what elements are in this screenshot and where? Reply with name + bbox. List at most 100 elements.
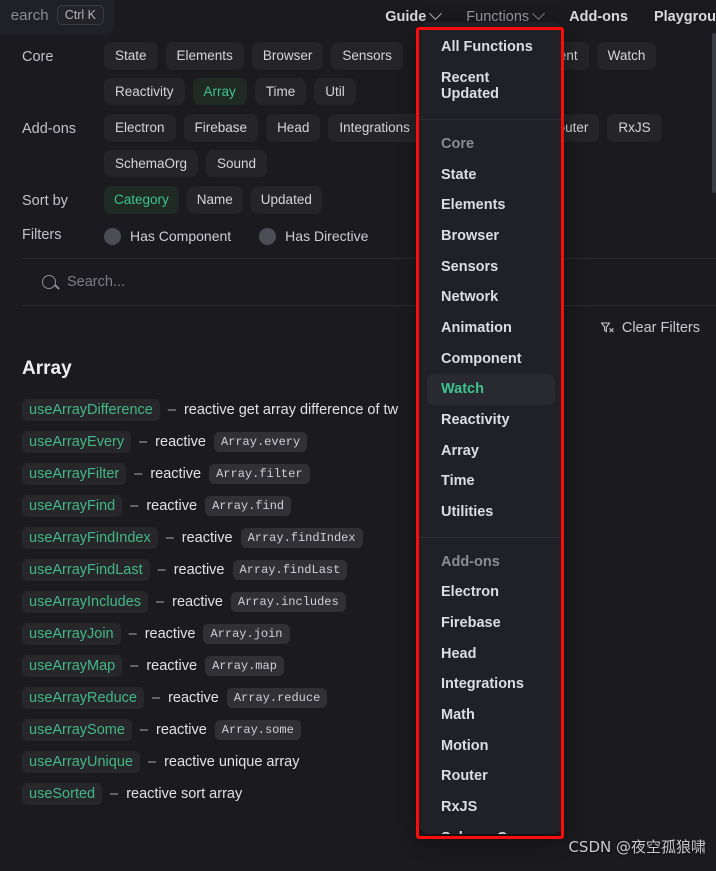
menu-item-motion[interactable]: Motion [427, 731, 555, 762]
nav-link-addons[interactable]: Add-ons [569, 9, 628, 25]
function-description: reactive unique array [164, 754, 300, 770]
list-item[interactable]: useArrayFind – reactive Array.find [22, 490, 422, 522]
toggle-has-directive[interactable]: Has Directive [259, 227, 369, 245]
function-code-ref: Array.join [203, 624, 290, 644]
menu-item-array[interactable]: Array [427, 436, 555, 467]
nav-link-playground[interactable]: Playgrou [654, 9, 716, 25]
list-item[interactable]: useArrayFilter – reactive Array.filter [22, 458, 422, 490]
search-field-row[interactable]: Search... [22, 259, 716, 305]
menu-item-firebase[interactable]: Firebase [427, 608, 555, 639]
toggle-has-component[interactable]: Has Component [104, 227, 232, 245]
toggle-has-component-label: Has Component [130, 228, 232, 245]
function-description: reactive [181, 530, 233, 546]
menu-item-watch[interactable]: Watch [427, 374, 555, 406]
chip-sort-updated[interactable]: Updated [250, 186, 322, 214]
search-icon [42, 274, 56, 289]
menu-item-animation[interactable]: Animation [427, 313, 555, 344]
menu-item-router[interactable]: Router [427, 761, 555, 792]
chip-head[interactable]: Head [266, 114, 321, 142]
function-description: reactive [150, 466, 202, 482]
menu-item-recent-updated[interactable]: Recent Updated [427, 63, 555, 110]
function-name-link[interactable]: useArrayUnique [22, 751, 140, 773]
function-name-link[interactable]: useArrayFindIndex [22, 527, 158, 549]
chip-utilities[interactable]: Util [314, 77, 356, 106]
chip-sound[interactable]: Sound [206, 149, 268, 178]
menu-item-utilities[interactable]: Utilities [427, 497, 555, 528]
menu-item-component[interactable]: Component [427, 344, 555, 375]
clear-filters-button[interactable]: Clear Filters [591, 315, 710, 341]
function-name-link[interactable]: useArrayFilter [22, 463, 127, 485]
function-name-link[interactable]: useArrayJoin [22, 623, 121, 645]
chip-sensors[interactable]: Sensors [331, 42, 403, 70]
chip-state[interactable]: State [104, 42, 158, 70]
function-name-link[interactable]: useArrayFindLast [22, 559, 150, 581]
toggle-has-directive-label: Has Directive [285, 228, 369, 245]
chip-integrations[interactable]: Integrations [328, 114, 421, 142]
chip-firebase[interactable]: Firebase [183, 114, 259, 142]
function-name-link[interactable]: useArrayFind [22, 495, 123, 517]
list-item[interactable]: useSorted – reactive sort array [22, 778, 422, 810]
menu-item-browser[interactable]: Browser [427, 221, 555, 252]
menu-item-time[interactable]: Time [427, 466, 555, 497]
list-item[interactable]: useArrayDifference – reactive get array … [22, 394, 422, 426]
list-item[interactable]: useArrayUnique – reactive unique array [22, 746, 422, 778]
chip-electron[interactable]: Electron [104, 114, 176, 142]
function-name-link[interactable]: useArrayMap [22, 655, 123, 677]
nav-link-playground-label: Playgrou [653, 8, 716, 25]
function-name-link[interactable]: useArrayReduce [22, 687, 144, 709]
separator-dash: – [139, 722, 148, 738]
menu-item-math[interactable]: Math [427, 700, 555, 731]
function-description: reactive [155, 434, 206, 450]
menu-item-electron[interactable]: Electron [427, 577, 555, 608]
vertical-scrollbar[interactable] [712, 33, 716, 193]
addons-category-chips: Electron Firebase Head Integrations Rout… [104, 114, 694, 178]
nav-link-addons-label: Add-ons [569, 8, 628, 25]
chip-watch[interactable]: Watch [596, 42, 657, 70]
global-search-button[interactable]: earch Ctrl K [0, 0, 114, 34]
menu-item-reactivity[interactable]: Reactivity [427, 405, 555, 436]
list-section-title: Array [22, 358, 72, 379]
filter-row-addons: Add-ons Electron Firebase Head Integrati… [22, 114, 694, 178]
sort-chips: Category Name Updated [104, 186, 322, 214]
chip-rxjs[interactable]: RxJS [607, 114, 662, 142]
function-name-link[interactable]: useSorted [22, 783, 103, 805]
menu-item-state[interactable]: State [427, 160, 555, 191]
list-item[interactable]: useArrayFindLast – reactive Array.findLa… [22, 554, 422, 586]
chip-schemaorg[interactable]: SchemaOrg [104, 149, 199, 178]
list-item[interactable]: useArrayMap – reactive Array.map [22, 650, 422, 682]
menu-item-elements[interactable]: Elements [427, 190, 555, 221]
list-item[interactable]: useArrayReduce – reactive Array.reduce [22, 682, 422, 714]
list-item[interactable]: useArrayEvery – reactive Array.every [22, 426, 422, 458]
separator-dash: – [139, 434, 148, 450]
chip-reactivity[interactable]: Reactivity [104, 77, 185, 106]
chip-sort-category[interactable]: Category [104, 186, 179, 214]
function-code-ref: Array.every [213, 432, 308, 452]
function-description: reactive [155, 722, 207, 738]
function-name-link[interactable]: useArrayIncludes [22, 591, 149, 613]
filters-panel: Core State Elements Browser Sensors Comp… [0, 33, 716, 350]
chip-elements[interactable]: Elements [165, 42, 244, 70]
menu-item-network[interactable]: Network [427, 282, 555, 313]
chip-array[interactable]: Array [192, 77, 247, 106]
list-item[interactable]: useArrayIncludes – reactive Array.includ… [22, 586, 422, 618]
list-item[interactable]: useArrayFindIndex – reactive Array.findI… [22, 522, 422, 554]
chip-sort-name[interactable]: Name [186, 186, 243, 214]
list-item[interactable]: useArraySome – reactive Array.some [22, 714, 422, 746]
menu-item-integrations[interactable]: Integrations [427, 669, 555, 700]
function-name-link[interactable]: useArraySome [22, 719, 132, 741]
chip-time[interactable]: Time [254, 77, 307, 106]
list-item[interactable]: useArrayJoin – reactive Array.join [22, 618, 422, 650]
chip-browser[interactable]: Browser [251, 42, 324, 70]
core-category-chips: State Elements Browser Sensors Component… [104, 42, 694, 106]
menu-item-schemaorg[interactable]: SchemaOrg [427, 823, 555, 834]
menu-item-all-functions[interactable]: All Functions [427, 32, 555, 63]
menu-item-head[interactable]: Head [427, 639, 555, 670]
search-input[interactable]: Search... [67, 274, 125, 290]
function-name-link[interactable]: useArrayDifference [22, 399, 160, 421]
menu-item-rxjs[interactable]: RxJS [427, 792, 555, 823]
function-name-link[interactable]: useArrayEvery [22, 431, 132, 453]
search-shortcut-kbd: Ctrl K [56, 4, 104, 26]
separator-dash: – [165, 530, 174, 546]
separator-dash: – [157, 562, 166, 578]
menu-item-sensors[interactable]: Sensors [427, 252, 555, 283]
